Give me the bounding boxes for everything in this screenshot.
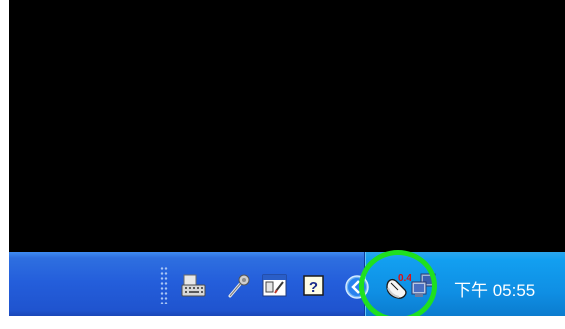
microphone-icon[interactable] (226, 273, 252, 299)
help-icon[interactable]: ? (301, 273, 327, 299)
desktop-area (9, 0, 565, 252)
highlight-circle (359, 250, 437, 322)
page-margin (0, 316, 565, 329)
handwriting-pad-icon[interactable] (262, 273, 288, 299)
keyboard-icon[interactable] (181, 273, 207, 299)
language-bar-grip[interactable] (160, 266, 168, 304)
svg-text:?: ? (309, 279, 318, 296)
system-clock[interactable]: 下午 05:55 (454, 276, 535, 301)
